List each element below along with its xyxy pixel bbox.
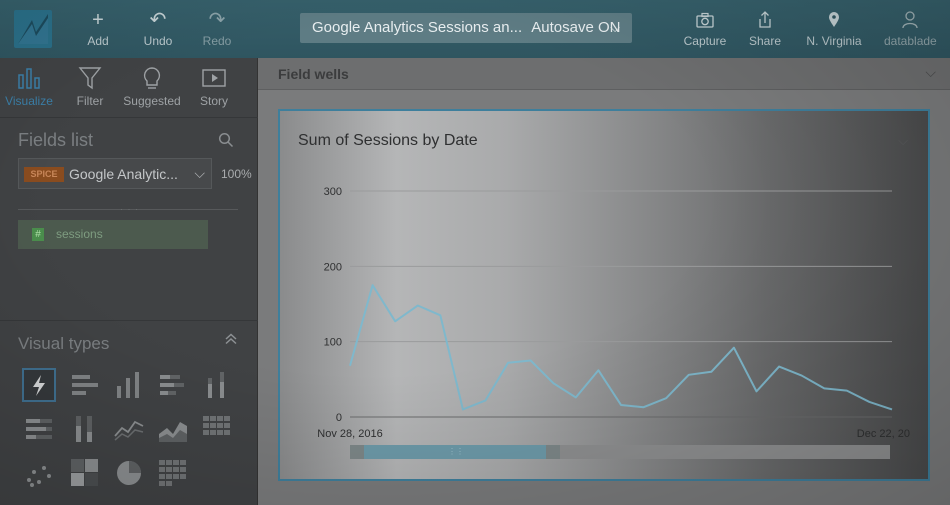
visual-card[interactable]: 0 100 200 300 Nov 28, 2016 Dec 22, 20 Sum of …	[278, 109, 930, 481]
analysis-title: Google Analytics Sessions an...	[312, 19, 523, 36]
chevron-down-icon: ⌵	[610, 20, 620, 35]
share-icon	[748, 8, 782, 32]
x-tick-label: Nov 28, 2016	[317, 428, 382, 440]
left-tabs: Visualize Filter Suggested Story	[0, 58, 258, 118]
dataset-select[interactable]: SPICE Google Analytic... ⌵	[18, 158, 212, 189]
measure-field-icon: #	[32, 228, 44, 241]
plus-icon: +	[92, 9, 104, 31]
field-wells-label: Field wells	[278, 66, 349, 82]
collapse-chevron-icon[interactable]	[224, 332, 238, 348]
fields-list-title: Fields list	[18, 130, 94, 150]
analysis-title-dropdown[interactable]: Google Analytics Sessions an... Autosave…	[300, 13, 632, 43]
stacked-horizontal-100-icon[interactable]	[22, 412, 56, 446]
scroll-handle-right[interactable]	[546, 445, 560, 459]
y-tick-label: 300	[324, 186, 342, 198]
camera-icon	[682, 8, 728, 32]
stacked-horizontal-bar-icon[interactable]	[156, 368, 190, 402]
chart-scrollbar[interactable]: ⋮⋮	[350, 445, 890, 459]
series-line	[349, 284, 893, 411]
field-item-sessions[interactable]: # sessions	[18, 220, 208, 249]
add-button[interactable]: + Add	[84, 8, 112, 48]
quicksight-logo-icon[interactable]	[14, 10, 52, 48]
horizontal-bar-icon[interactable]	[68, 368, 102, 402]
tree-map-icon[interactable]	[156, 456, 190, 490]
undo-button[interactable]: ↶ Undo	[140, 8, 176, 48]
line-chart[interactable]: 0 100 200 300 Nov 28, 2016 Dec 22, 20	[280, 111, 930, 481]
visual-types-title: Visual types	[18, 334, 110, 353]
heat-map-icon[interactable]	[68, 456, 102, 490]
pie-chart-icon[interactable]	[112, 456, 146, 490]
chevron-down-icon: ⌵	[194, 165, 205, 181]
area-chart-icon[interactable]	[156, 412, 190, 446]
funnel-icon	[74, 66, 106, 94]
top-toolbar: + Add ↶ Undo ↷ Redo Google Analytics Ses…	[0, 0, 950, 58]
user-icon	[884, 8, 936, 32]
left-panel: Visualize Filter Suggested Story Fields …	[0, 58, 258, 505]
scroll-thumb[interactable]: ⋮⋮	[364, 445, 546, 459]
autograph-icon[interactable]	[22, 368, 56, 402]
story-play-icon	[198, 66, 230, 94]
line-chart-icon[interactable]	[112, 412, 146, 446]
lightbulb-icon	[122, 66, 182, 94]
tab-filter[interactable]: Filter	[74, 66, 106, 108]
chevron-down-icon[interactable]: ⌵	[925, 64, 936, 81]
search-icon[interactable]	[218, 132, 234, 148]
bar-chart-icon	[4, 66, 54, 94]
spice-badge: SPICE	[24, 167, 64, 182]
stacked-vertical-bar-icon[interactable]	[200, 368, 234, 402]
scatter-plot-icon[interactable]	[22, 456, 56, 490]
visual-title: Sum of Sessions by Date	[298, 132, 478, 149]
undo-icon: ↶	[149, 9, 167, 31]
user-menu-button[interactable]: datablade	[884, 8, 937, 48]
y-tick-label: 200	[324, 261, 342, 273]
grip-icon: ⋮⋮	[448, 447, 464, 456]
main-area: Field wells ⌵ 0 100 200 300 Nov 28, 2016 Dec …	[258, 58, 950, 505]
tab-story[interactable]: Story	[198, 66, 230, 108]
scroll-handle-left[interactable]	[350, 445, 364, 459]
y-tick-label: 100	[324, 337, 342, 349]
location-pin-icon	[806, 8, 862, 32]
field-wells-bar[interactable]: Field wells ⌵	[258, 58, 950, 90]
divider	[0, 320, 258, 321]
redo-button[interactable]: ↷ Redo	[200, 8, 234, 48]
autosave-status: Autosave ON	[531, 19, 621, 36]
x-tick-label: Dec 22, 20	[857, 428, 910, 440]
resize-grip-icon[interactable]: · · ·	[120, 204, 139, 214]
tab-suggested[interactable]: Suggested	[122, 66, 182, 108]
capture-button[interactable]: Capture	[682, 8, 728, 48]
redo-icon: ↷	[208, 9, 226, 31]
vertical-bar-icon[interactable]	[112, 368, 146, 402]
region-button[interactable]: N. Virginia	[806, 8, 862, 48]
stacked-vertical-100-icon[interactable]	[68, 412, 102, 446]
dataset-percent: 100%	[221, 167, 252, 181]
dataset-name: Google Analytic...	[69, 166, 178, 182]
share-button[interactable]: Share	[748, 8, 782, 48]
visual-menu-chevron-icon[interactable]: ⌵	[898, 133, 908, 149]
y-tick-label: 0	[336, 412, 342, 424]
tab-visualize[interactable]: Visualize	[4, 66, 54, 108]
pivot-table-icon[interactable]	[200, 412, 234, 446]
